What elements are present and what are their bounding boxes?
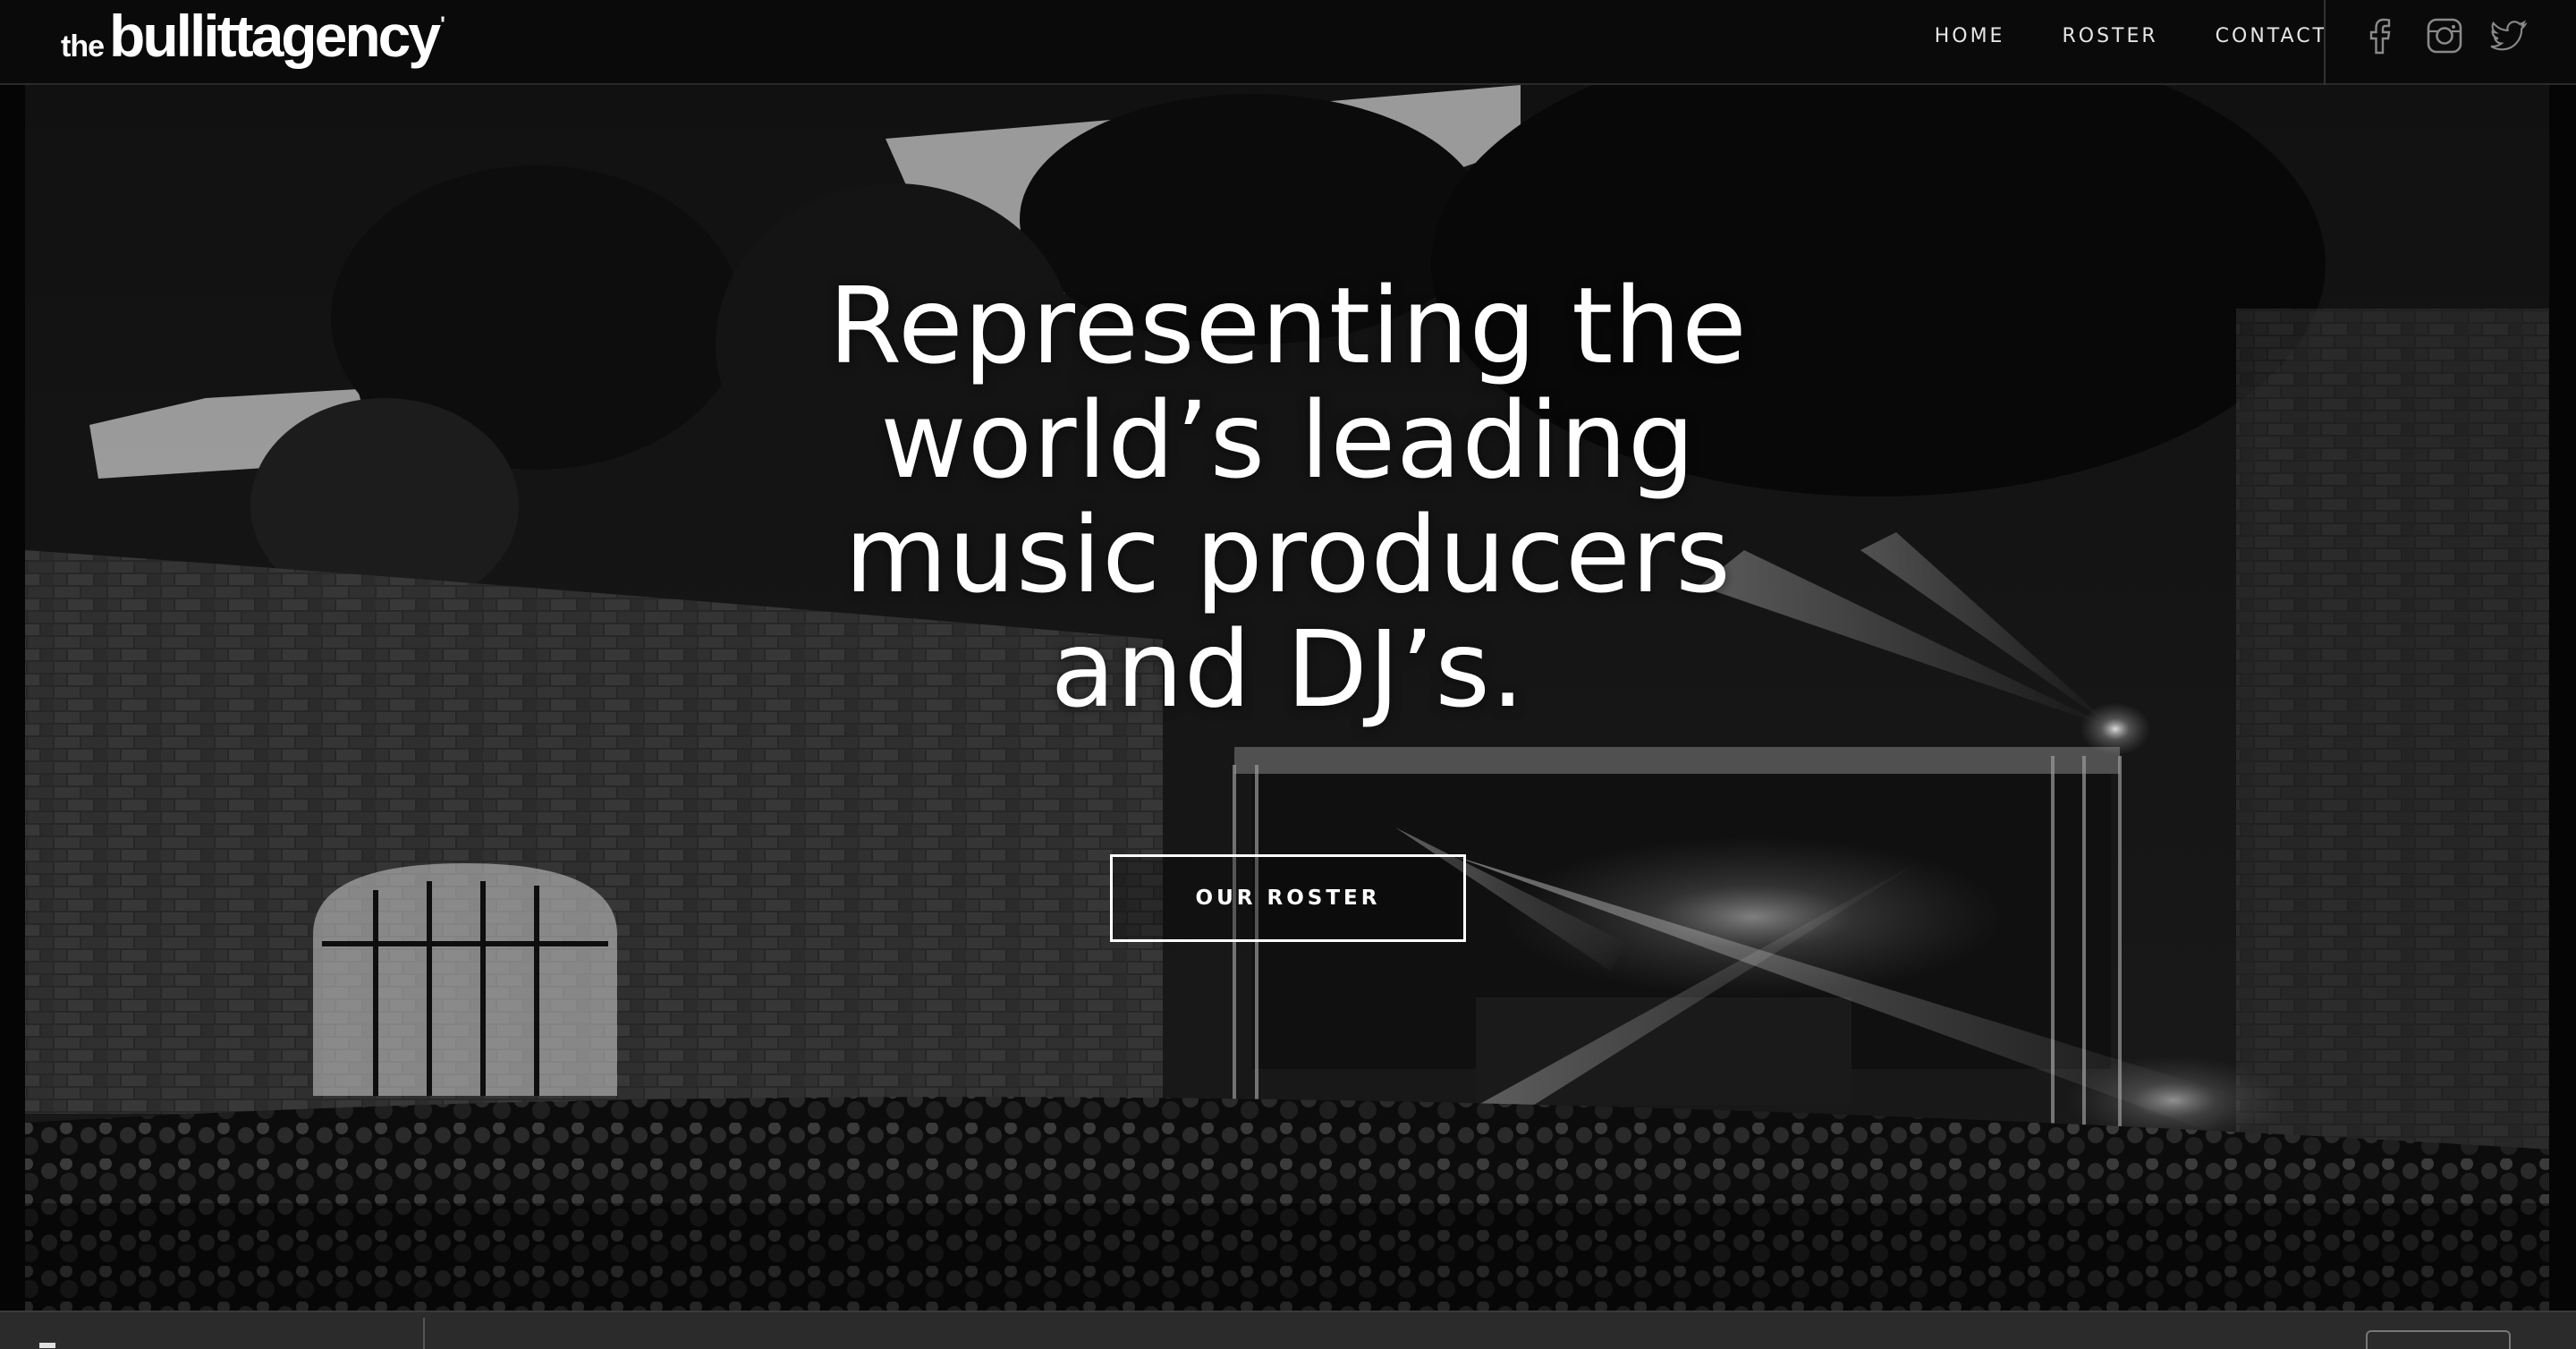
- nav-roster-link[interactable]: ROSTER: [2062, 25, 2157, 47]
- nav-contact-link[interactable]: CONTACT: [2216, 25, 2327, 47]
- hero-headline-line: Representing the: [828, 264, 1748, 387]
- brand-logo-mark: ': [440, 13, 445, 37]
- nav-home-link[interactable]: HOME: [1935, 25, 2005, 47]
- twitter-icon[interactable]: [2490, 17, 2528, 55]
- hero-headline-line: and DJ’s.: [1050, 607, 1526, 731]
- our-roster-button[interactable]: OUR ROSTER: [1110, 854, 1466, 942]
- brand-logo-prefix: the: [61, 30, 105, 64]
- header-divider: [2324, 0, 2326, 85]
- instagram-icon[interactable]: [2426, 17, 2463, 55]
- site-header: the bullittagency ' HOME ROSTER CONTACT: [0, 0, 2576, 85]
- page: the bullittagency ' HOME ROSTER CONTACT: [0, 0, 2576, 1349]
- social-links: [2361, 11, 2528, 61]
- bottom-bar-divider: [423, 1318, 425, 1349]
- bottom-bar: [0, 1311, 2576, 1349]
- bottom-bar-button[interactable]: [2366, 1330, 2511, 1349]
- hero-headline-line: music producers: [844, 493, 1732, 616]
- main-nav: HOME ROSTER CONTACT: [1877, 0, 2327, 72]
- brand-logo-name: bullittagency: [109, 3, 441, 69]
- hero-headline-line: world’s leading: [880, 378, 1696, 502]
- facebook-icon[interactable]: [2361, 17, 2399, 55]
- bottom-bar-mark: [39, 1343, 55, 1348]
- hero-headline: Representing the world’s leading music p…: [0, 268, 2576, 726]
- brand-logo[interactable]: the bullittagency ': [61, 2, 445, 73]
